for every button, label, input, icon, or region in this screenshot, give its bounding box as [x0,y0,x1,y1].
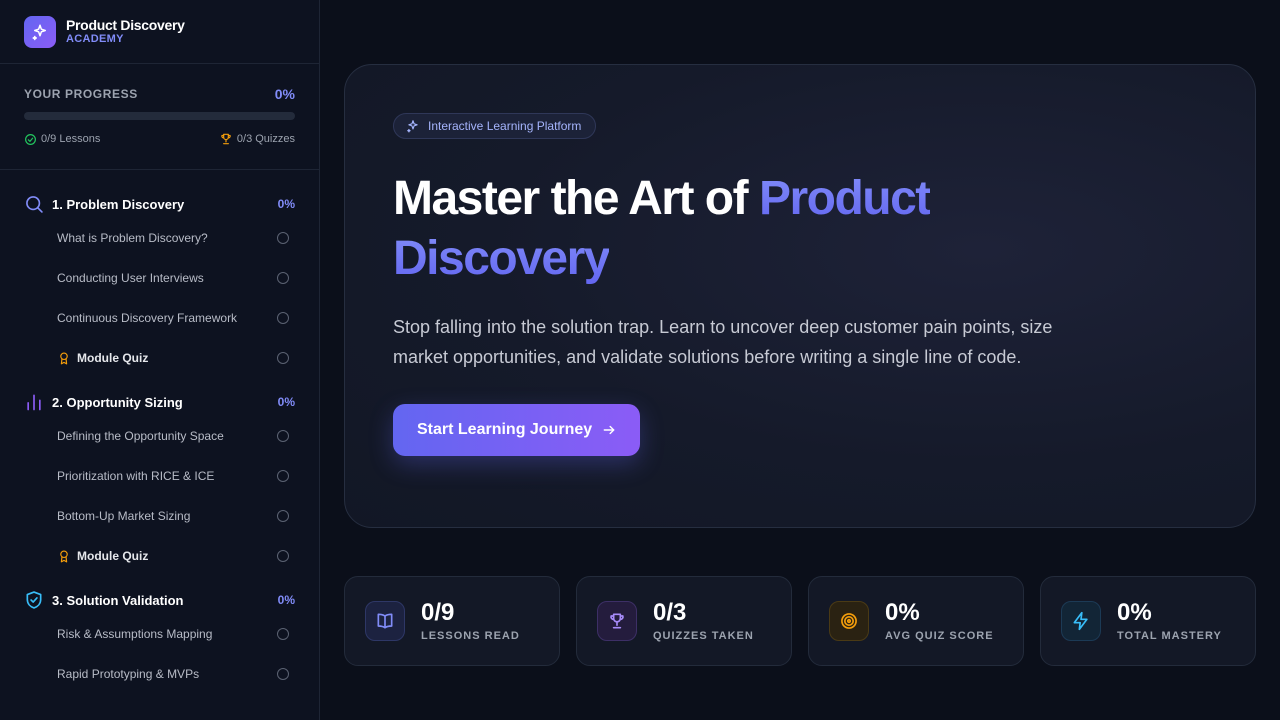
trophy-icon [597,601,637,641]
quiz-item[interactable]: Module Quiz [0,338,319,378]
lesson-status-circle [277,272,289,284]
quizzes-count-text: 0/3 Quizzes [236,133,295,145]
hero-title: Master the Art of Product Discovery [393,169,1093,289]
stat-card-mastery: 0% TOTAL MASTERY [1040,576,1256,666]
lesson-item[interactable]: Prioritization with RICE & ICE [0,456,319,496]
module-percent: 0% [277,593,295,607]
lesson-label: Continuous Discovery Framework [57,311,238,325]
quiz-label: Module Quiz [77,549,149,563]
module-list: 1. Problem Discovery 0% What is Problem … [0,170,319,694]
start-learning-label: Start Learning Journey [417,421,593,438]
stat-label: AVG QUIZ SCORE [885,630,994,642]
lesson-status-circle [277,232,289,244]
module-opportunity-sizing: 2. Opportunity Sizing 0% Defining the Op… [0,388,319,576]
lesson-item[interactable]: Defining the Opportunity Space [0,416,319,456]
award-icon [60,550,68,563]
stat-value: 0% [885,599,920,626]
module-title: 2. Opportunity Sizing [52,394,183,410]
lesson-item[interactable]: Risk & Assumptions Mapping [0,614,319,654]
hero-title-plain: Master the Art of [393,172,759,225]
lesson-item[interactable]: Bottom-Up Market Sizing [0,496,319,536]
progress-bar [24,112,295,120]
brand[interactable]: Product Discovery ACADEMY [0,0,319,64]
stat-label: LESSONS READ [421,630,520,642]
stat-card-quiz-score: 0% AVG QUIZ SCORE [808,576,1024,666]
stat-card-lessons: 0/9 LESSONS READ [344,576,560,666]
sparkles-icon [24,15,56,48]
trophy-icon [221,133,231,145]
sidebar: Product Discovery ACADEMY YOUR PROGRESS … [0,0,320,720]
module-title: 1. Problem Discovery [52,196,185,212]
lesson-item[interactable]: Conducting User Interviews [0,258,319,298]
module-solution-validation: 3. Solution Validation 0% Risk & Assumpt… [0,586,319,694]
progress-percent: 0% [274,86,295,102]
lesson-status-circle [277,312,289,324]
shield-check-icon [26,591,42,609]
stat-value: 0/9 [421,599,455,626]
sparkles-icon [407,120,418,133]
award-icon [60,352,68,365]
lesson-label: Defining the Opportunity Space [57,429,224,443]
stat-label: TOTAL MASTERY [1117,630,1222,642]
lesson-label: Risk & Assumptions Mapping [57,627,213,641]
hero-badge: Interactive Learning Platform [393,113,597,139]
hero-badge-text: Interactive Learning Platform [428,119,582,133]
hero-title-accent: Discovery [393,232,610,285]
module-header[interactable]: 3. Solution Validation 0% [0,586,319,614]
search-icon [26,196,43,213]
lesson-status-circle [277,352,289,364]
hero-card: Interactive Learning Platform Master the… [344,64,1256,528]
stat-card-quizzes: 0/3 QUIZZES TAKEN [576,576,792,666]
module-problem-discovery: 1. Problem Discovery 0% What is Problem … [0,190,319,378]
lesson-label: Conducting User Interviews [57,271,204,285]
lesson-status-circle [277,510,289,522]
quizzes-count: 0/3 Quizzes [219,132,295,146]
target-icon [829,601,869,641]
module-percent: 0% [277,395,295,409]
quiz-label: Module Quiz [77,351,149,365]
stat-value: 0% [1117,599,1152,626]
lesson-label: Bottom-Up Market Sizing [57,509,191,523]
progress-panel: YOUR PROGRESS 0% 0/9 Lessons 0/3 Quizzes [0,64,319,170]
lesson-label: What is Problem Discovery? [57,231,208,245]
stat-label: QUIZZES TAKEN [653,630,754,642]
lesson-status-circle [277,470,289,482]
stat-value: 0/3 [653,599,687,626]
bar-chart-icon [27,394,41,411]
lesson-item[interactable]: What is Problem Discovery? [0,218,319,258]
check-circle-icon [25,133,36,145]
lesson-label: Rapid Prototyping & MVPs [57,667,200,681]
module-title: 3. Solution Validation [52,592,184,608]
module-header[interactable]: 2. Opportunity Sizing 0% [0,388,319,416]
quiz-item[interactable]: Module Quiz [0,536,319,576]
arrow-right-icon [603,425,615,435]
lesson-status-circle [277,430,289,442]
hero-description: Stop falling into the solution trap. Lea… [393,317,1053,367]
brand-subtitle: ACADEMY [66,32,124,45]
lessons-count-text: 0/9 Lessons [41,133,101,145]
lesson-item[interactable]: Continuous Discovery Framework [0,298,319,338]
lesson-status-circle [277,550,289,562]
stats-row: 0/9 LESSONS READ 0/3 QUIZZES TAKEN 0% AV… [344,576,1256,666]
lesson-status-circle [277,668,289,680]
hero-title-accent: Product [758,172,931,225]
book-icon [365,601,405,641]
lessons-count: 0/9 Lessons [24,132,100,146]
lesson-label: Prioritization with RICE & ICE [57,469,215,483]
progress-label: YOUR PROGRESS [24,87,138,101]
module-header[interactable]: 1. Problem Discovery 0% [0,190,319,218]
brand-title: Product Discovery [66,16,185,33]
start-learning-button[interactable]: Start Learning Journey [393,404,641,456]
lightning-icon [1061,601,1101,641]
module-percent: 0% [277,197,295,211]
lesson-status-circle [277,628,289,640]
lesson-item[interactable]: Rapid Prototyping & MVPs [0,654,319,694]
